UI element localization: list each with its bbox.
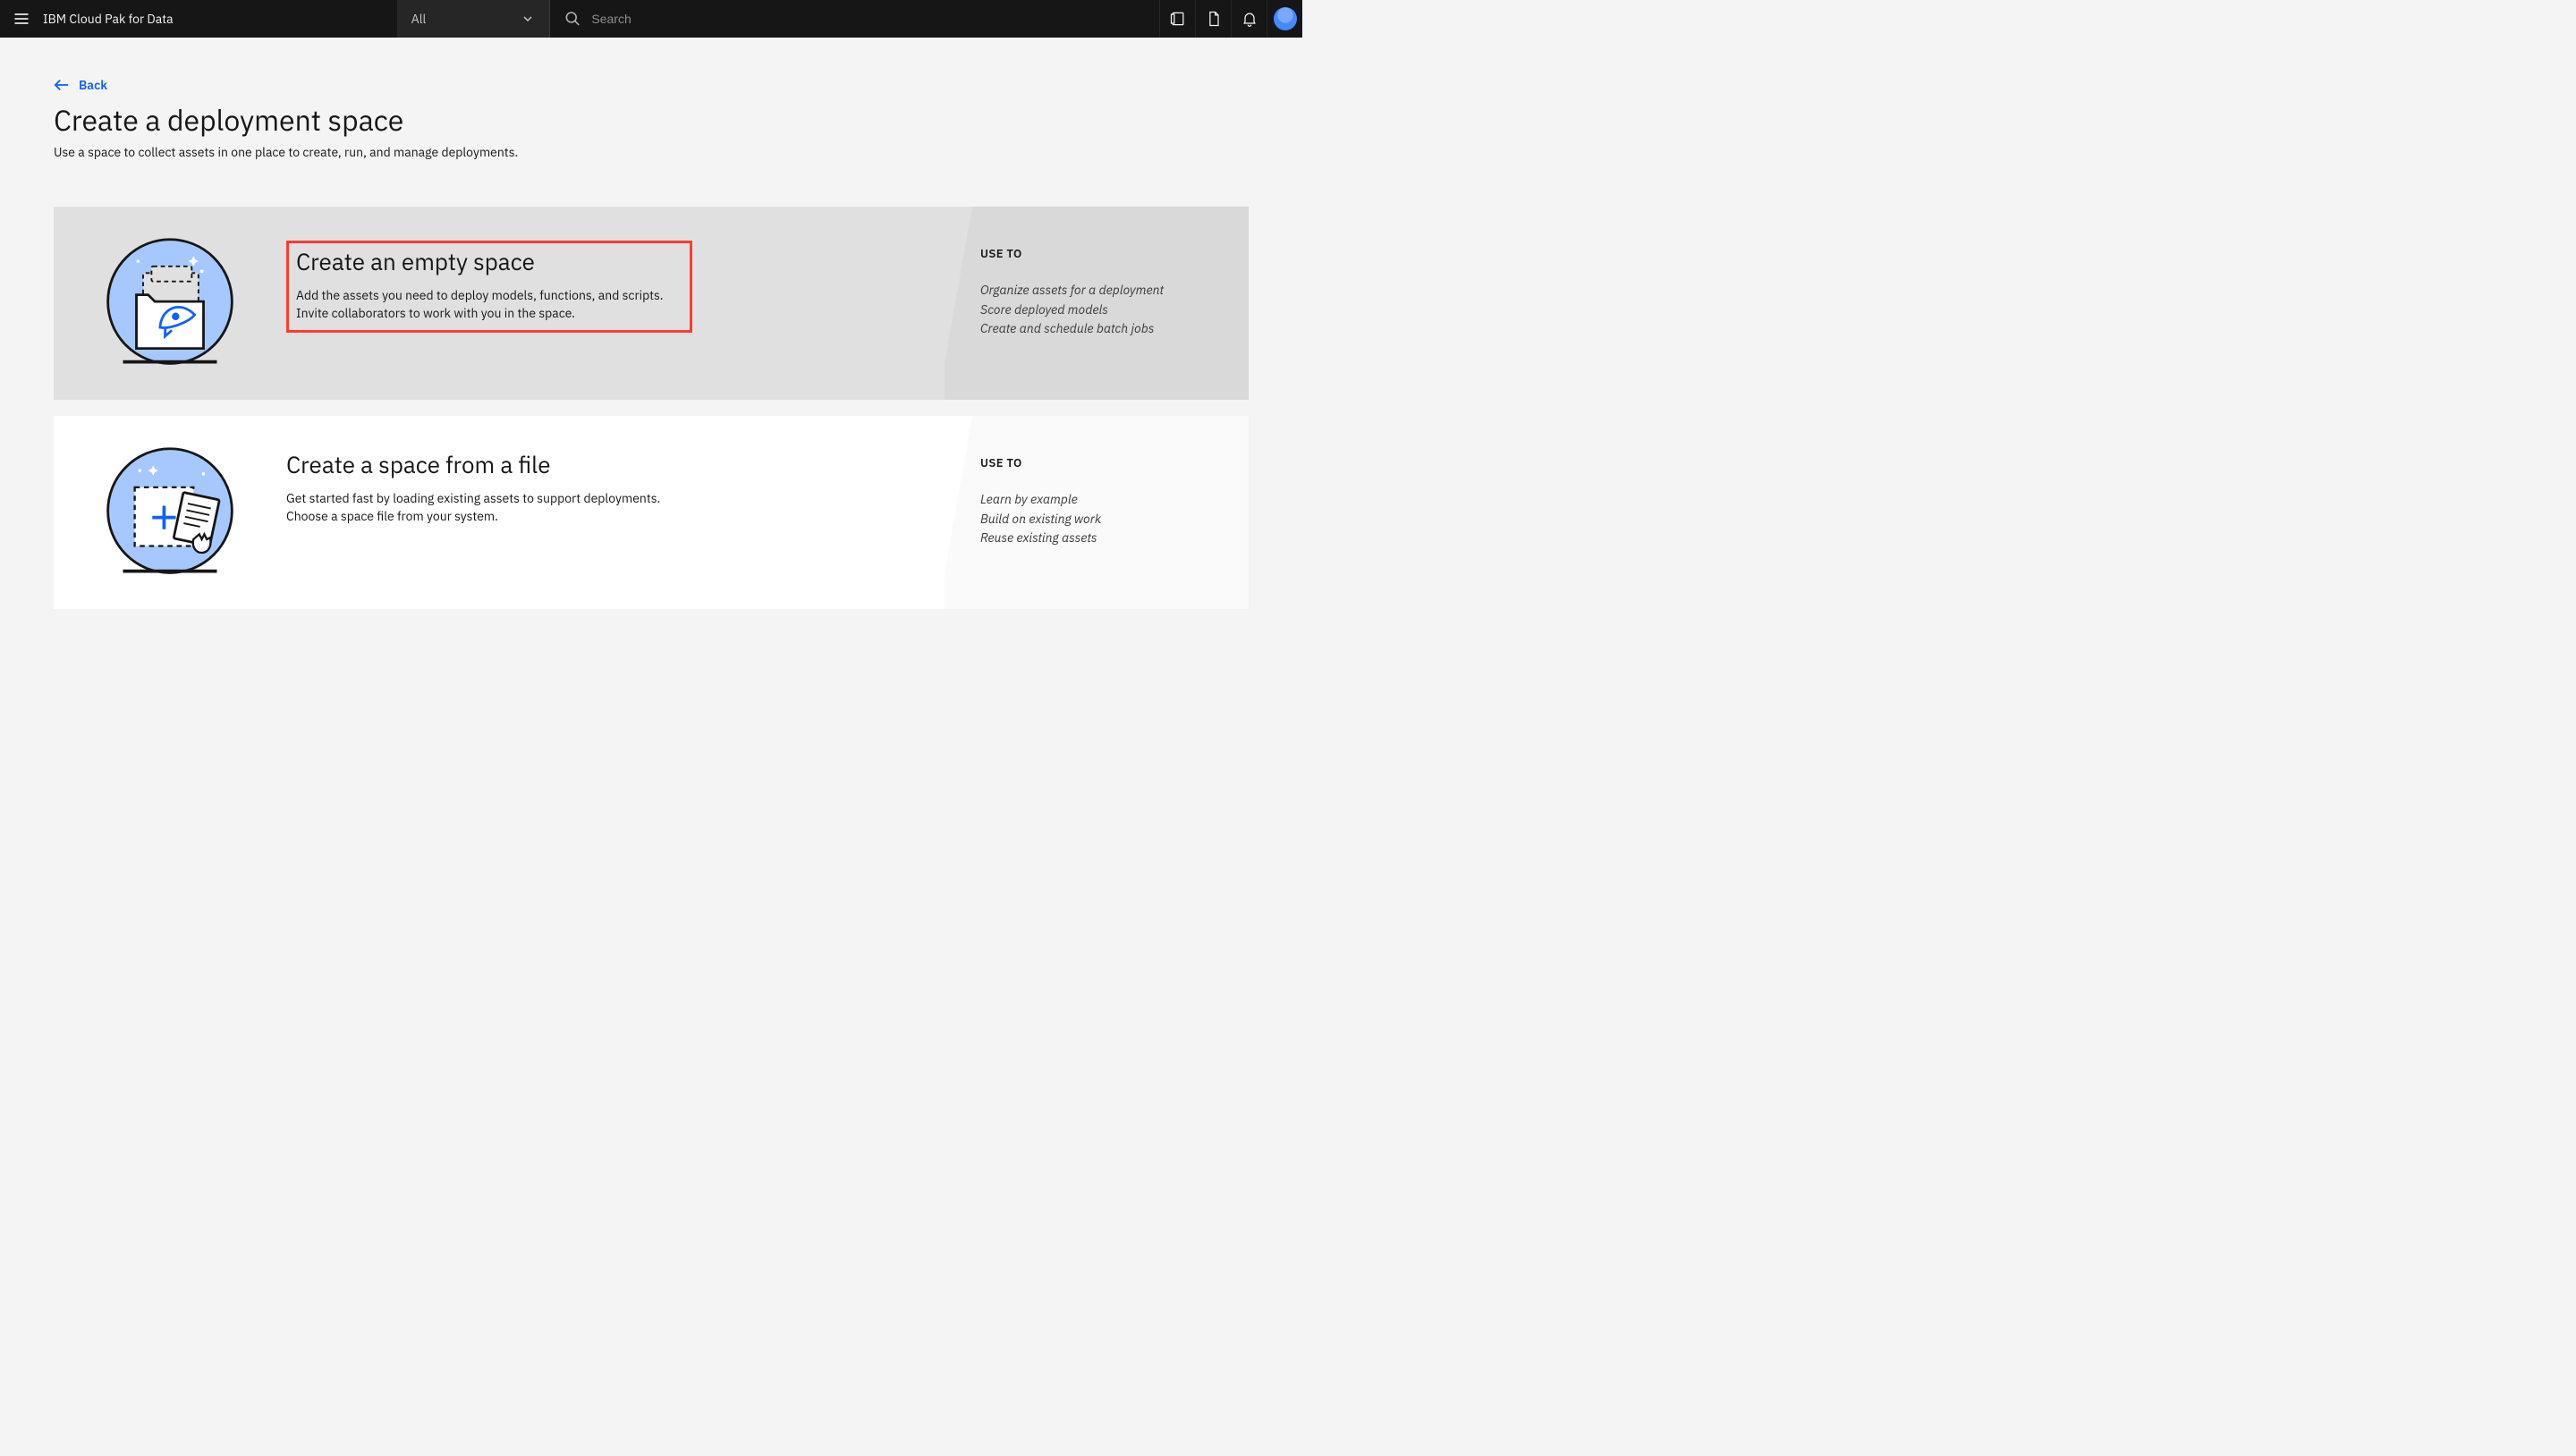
search-icon: [564, 10, 581, 28]
card-illustration: [54, 416, 286, 609]
assets-button[interactable]: [1159, 0, 1195, 38]
document-icon: [1205, 10, 1223, 28]
data-icon: [1169, 10, 1187, 28]
option-card-empty-space[interactable]: Create an empty space Add the assets you…: [54, 207, 1249, 400]
useto-label: USE TO: [980, 246, 1227, 261]
avatar-icon: [1274, 7, 1297, 30]
card-title: Create a space from a file: [286, 450, 945, 480]
card-desc: Get started fast by loading existing ass…: [286, 489, 671, 526]
useto-list: Learn by example Build on existing work …: [980, 490, 1227, 548]
search-box[interactable]: [549, 0, 957, 38]
import-file-icon: [103, 445, 237, 580]
useto-item: Learn by example: [980, 490, 1227, 510]
topbar-actions: [1159, 0, 1302, 38]
bell-icon: [1241, 10, 1258, 28]
page-body: Back Create a deployment space Use a spa…: [0, 38, 1302, 609]
option-card-from-file[interactable]: Create a space from a file Get started f…: [54, 416, 1249, 609]
page-subtitle: Use a space to collect assets in one pla…: [54, 144, 1249, 160]
back-link[interactable]: Back: [54, 77, 107, 93]
document-button[interactable]: [1195, 0, 1231, 38]
menu-button[interactable]: [0, 0, 43, 38]
chevron-down-icon: [521, 12, 535, 26]
useto-item: Organize assets for a deployment: [980, 281, 1227, 301]
highlight-outline: Create an empty space Add the assets you…: [286, 241, 692, 333]
useto-item: Build on existing work: [980, 510, 1227, 529]
card-title: Create an empty space: [296, 247, 681, 277]
useto-list: Organize assets for a deployment Score d…: [980, 281, 1227, 339]
back-label: Back: [79, 77, 107, 93]
notifications-button[interactable]: [1231, 0, 1267, 38]
useto-label: USE TO: [980, 455, 1227, 470]
arrow-left-icon: [54, 79, 70, 91]
page-title: Create a deployment space: [54, 101, 1249, 139]
user-avatar[interactable]: [1267, 0, 1302, 38]
top-bar: IBM Cloud Pak for Data All: [0, 0, 1302, 38]
search-input[interactable]: [591, 12, 957, 26]
filter-selected-value: All: [411, 11, 427, 27]
filter-dropdown[interactable]: All: [397, 0, 549, 38]
useto-item: Score deployed models: [980, 301, 1227, 320]
deploy-folder-icon: [103, 236, 237, 370]
brand-label: IBM Cloud Pak for Data: [43, 0, 195, 38]
card-illustration: [54, 207, 286, 400]
useto-item: Create and schedule batch jobs: [980, 319, 1227, 339]
card-desc: Add the assets you need to deploy models…: [296, 286, 681, 323]
hamburger-icon: [13, 10, 30, 28]
useto-item: Reuse existing assets: [980, 529, 1227, 548]
